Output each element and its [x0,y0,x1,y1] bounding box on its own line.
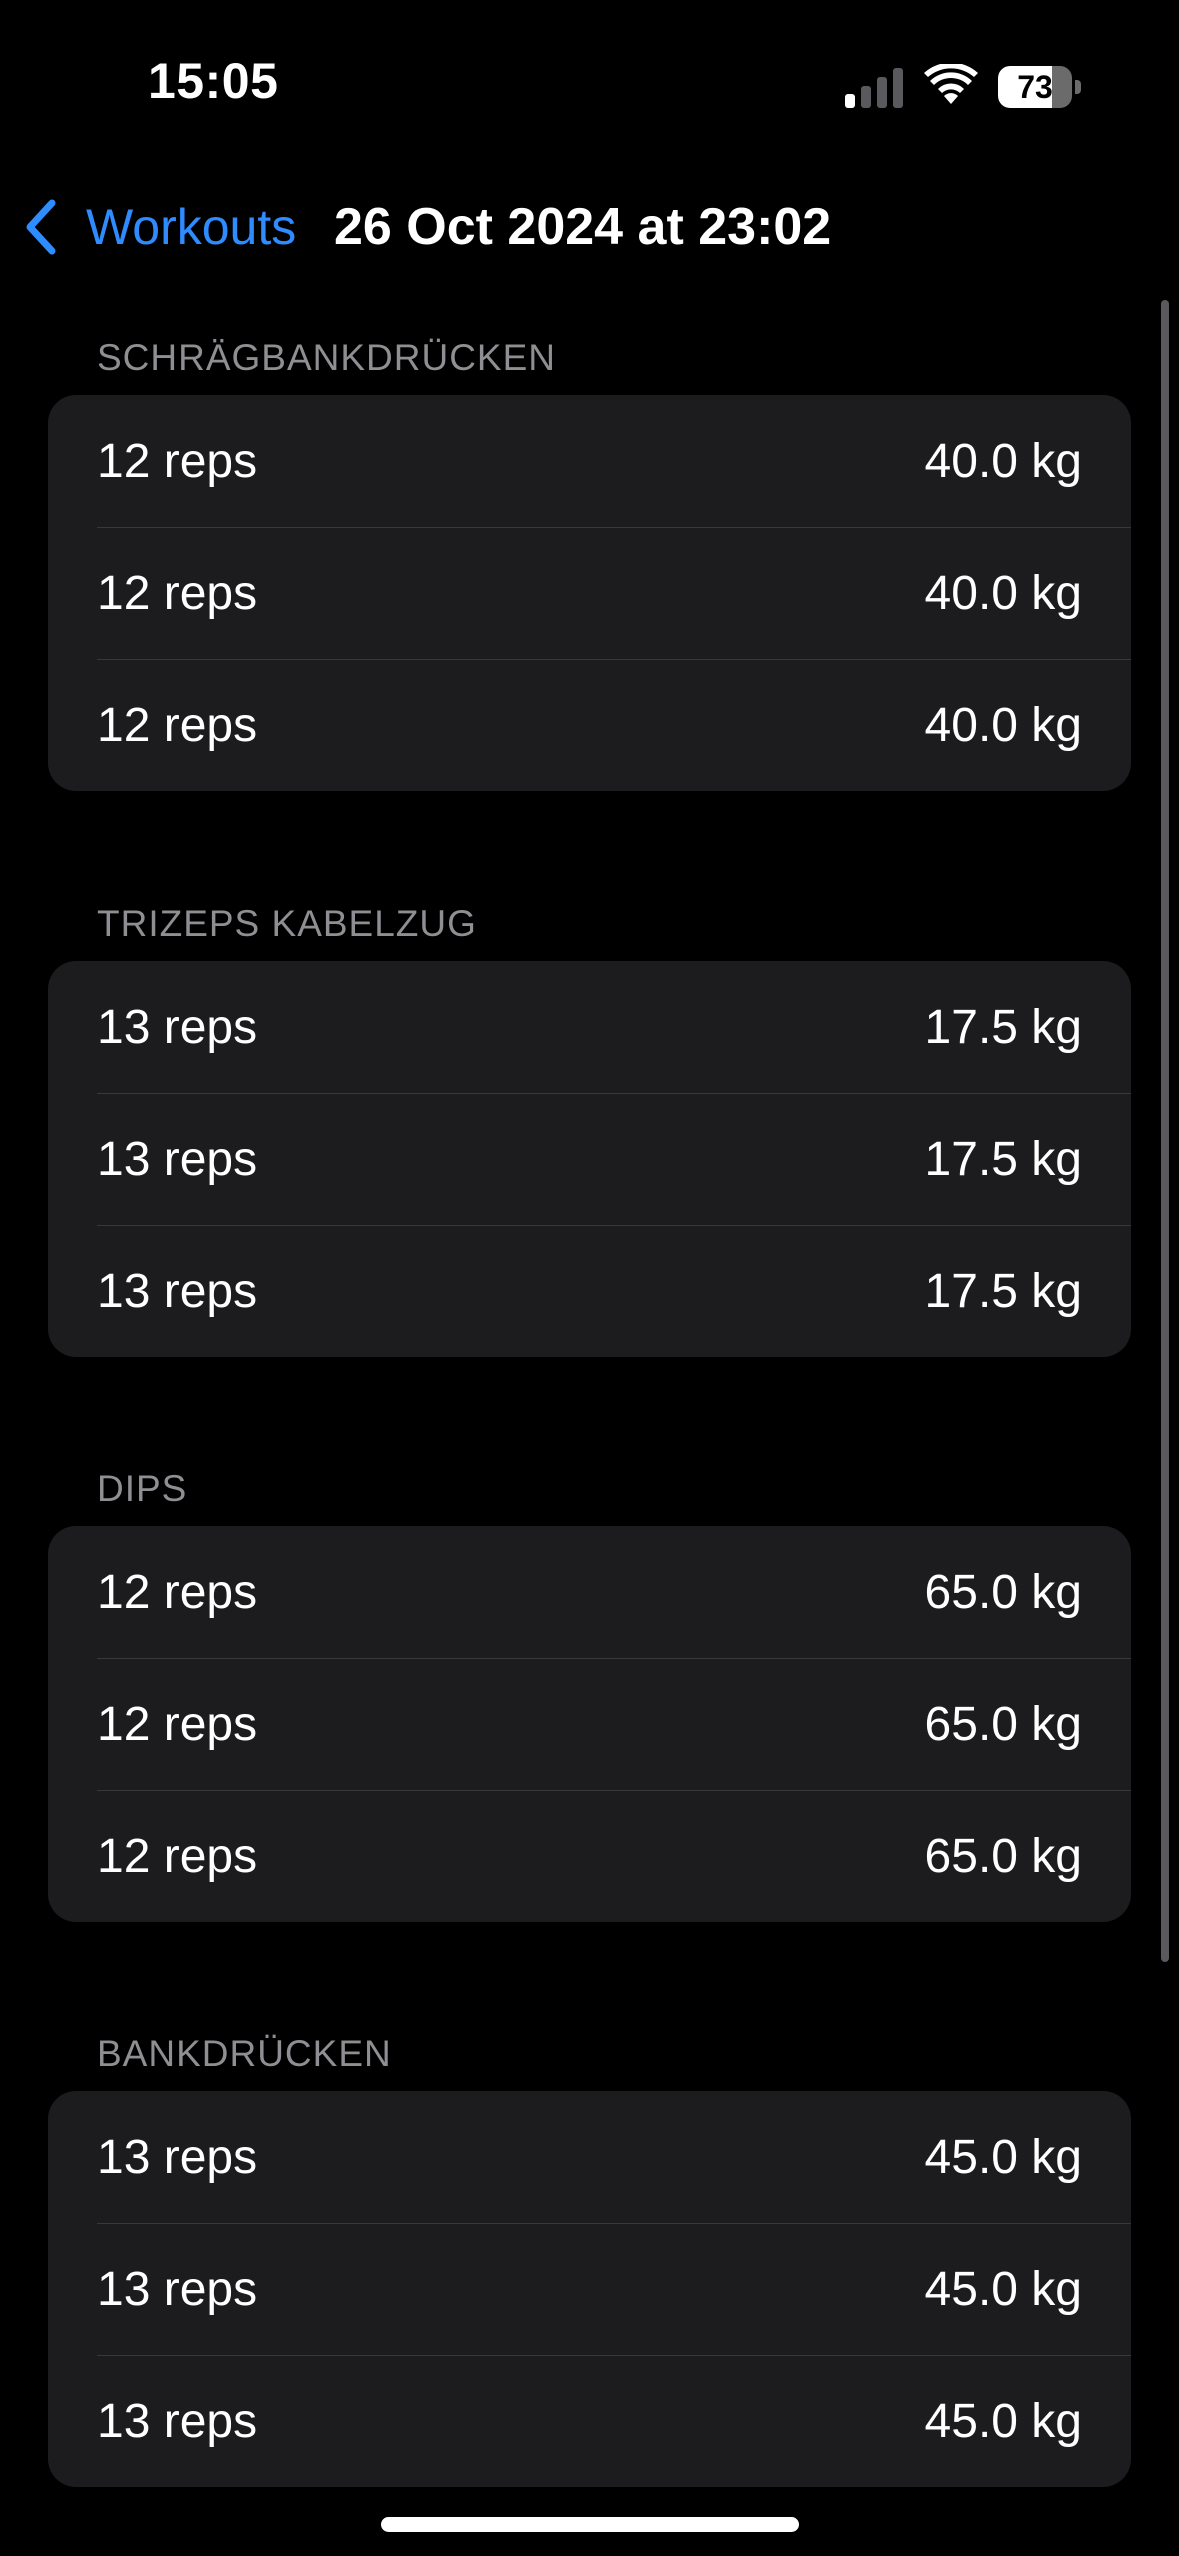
navigation-bar: Workouts 26 Oct 2024 at 23:02 [0,170,1179,285]
set-row[interactable]: 13 reps 17.5 kg [48,1225,1131,1357]
set-row[interactable]: 12 reps 65.0 kg [48,1790,1131,1922]
set-weight: 65.0 kg [924,1829,1082,1883]
exercise-header: DIPS [97,1468,188,1509]
set-row[interactable]: 13 reps 45.0 kg [48,2355,1131,2487]
status-time: 15:05 [148,53,279,109]
set-reps: 13 reps [97,1000,258,1054]
set-reps: 12 reps [97,1829,258,1883]
set-weight: 65.0 kg [924,1565,1082,1619]
set-weight: 40.0 kg [924,434,1082,488]
set-row[interactable]: 12 reps 40.0 kg [48,395,1131,527]
set-reps: 13 reps [97,1264,258,1318]
sets-card: 12 reps 65.0 kg 12 reps 65.0 kg 12 reps … [48,1526,1131,1922]
page-title: 26 Oct 2024 at 23:02 [334,198,832,256]
set-row[interactable]: 12 reps 65.0 kg [48,1526,1131,1658]
set-weight: 40.0 kg [924,698,1082,752]
battery-indicator: 73 [998,66,1081,108]
set-reps: 13 reps [97,2262,258,2316]
set-row[interactable]: 12 reps 65.0 kg [48,1658,1131,1790]
set-row[interactable]: 13 reps 17.5 kg [48,1093,1131,1225]
set-weight: 17.5 kg [924,1132,1082,1186]
set-weight: 45.0 kg [924,2262,1082,2316]
set-reps: 13 reps [97,1132,258,1186]
set-reps: 13 reps [97,2394,258,2448]
set-weight: 65.0 kg [924,1697,1082,1751]
wifi-icon [924,64,978,104]
set-row[interactable]: 12 reps 40.0 kg [48,527,1131,659]
back-button-label: Workouts [86,199,297,255]
battery-cap [1075,80,1081,94]
set-weight: 45.0 kg [924,2394,1082,2448]
chevron-left-icon [26,199,56,255]
set-reps: 12 reps [97,434,258,488]
scroll-indicator[interactable] [1161,300,1169,1962]
set-weight: 17.5 kg [924,1000,1082,1054]
home-indicator[interactable] [381,2517,799,2532]
set-reps: 13 reps [97,2130,258,2184]
set-row[interactable]: 13 reps 45.0 kg [48,2223,1131,2355]
set-weight: 17.5 kg [924,1264,1082,1318]
set-row[interactable]: 12 reps 40.0 kg [48,659,1131,791]
exercise-header: SCHRÄGBANKDRÜCKEN [97,337,557,378]
status-bar: 15:05 73 [0,0,1179,170]
battery-level: 73 [1017,69,1053,105]
set-reps: 12 reps [97,1565,258,1619]
set-reps: 12 reps [97,698,258,752]
sets-card: 13 reps 17.5 kg 13 reps 17.5 kg 13 reps … [48,961,1131,1357]
exercise-header: TRIZEPS KABELZUG [97,903,477,944]
sets-card: 13 reps 45.0 kg 13 reps 45.0 kg 13 reps … [48,2091,1131,2487]
set-row[interactable]: 13 reps 17.5 kg [48,961,1131,1093]
set-reps: 12 reps [97,1697,258,1751]
set-weight: 45.0 kg [924,2130,1082,2184]
set-row[interactable]: 13 reps 45.0 kg [48,2091,1131,2223]
exercise-header: BANKDRÜCKEN [97,2033,392,2074]
cellular-signal-icon [845,68,903,108]
back-button[interactable]: Workouts [22,192,296,262]
sets-card: 12 reps 40.0 kg 12 reps 40.0 kg 12 reps … [48,395,1131,791]
battery-icon: 73 [998,66,1072,108]
set-weight: 40.0 kg [924,566,1082,620]
set-reps: 12 reps [97,566,258,620]
